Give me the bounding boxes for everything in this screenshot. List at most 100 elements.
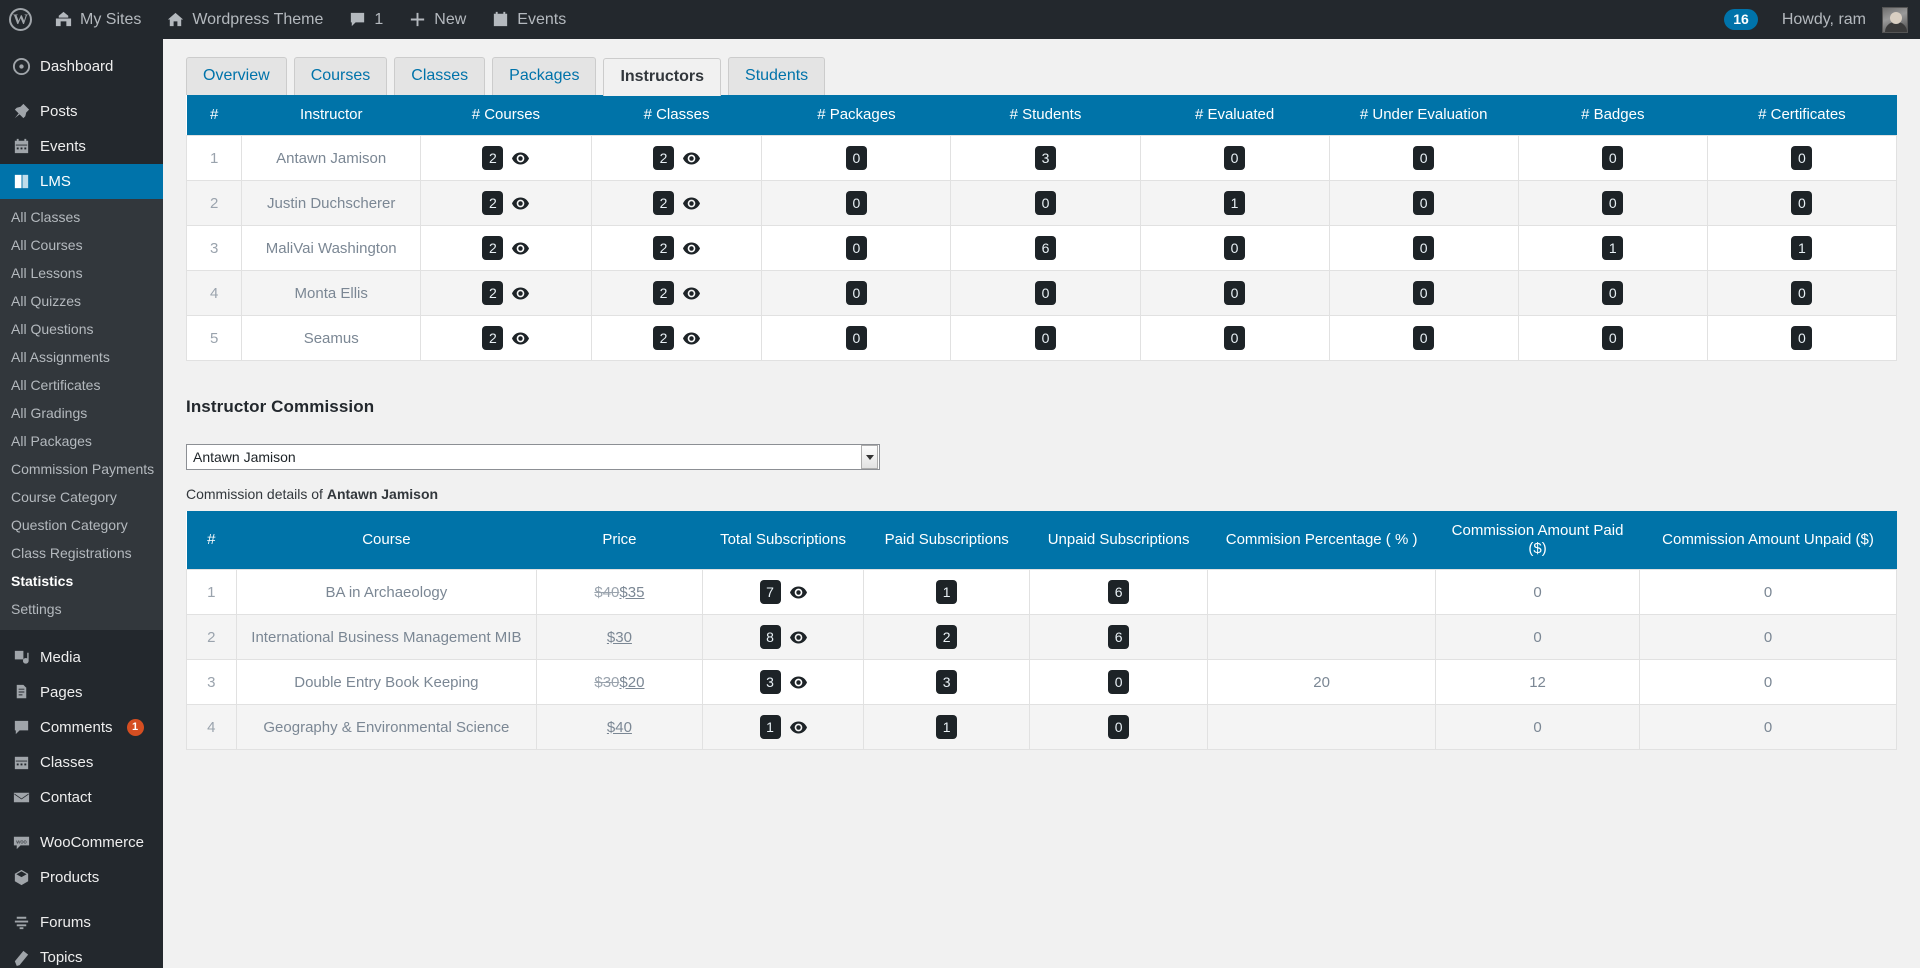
count-badge[interactable]: 1 <box>936 580 958 604</box>
sidebar-item-contact[interactable]: Contact <box>0 780 163 815</box>
count-badge[interactable]: 2 <box>653 236 675 260</box>
count-badge[interactable]: 0 <box>1413 191 1435 215</box>
submenu-item-all-lessons[interactable]: All Lessons <box>0 259 163 287</box>
tab-courses[interactable]: Courses <box>293 57 388 95</box>
view-icon[interactable] <box>683 197 701 210</box>
sidebar-item-classes[interactable]: Classes <box>0 745 163 780</box>
count-badge[interactable]: 1 <box>1602 236 1624 260</box>
count-badge[interactable]: 2 <box>653 281 675 305</box>
wordpress-logo-button[interactable]: W <box>0 0 41 39</box>
admin-bar-item-my-sites[interactable]: My Sites <box>41 0 153 39</box>
admin-bar-item-new[interactable]: New <box>395 0 478 39</box>
count-badge[interactable]: 0 <box>1602 281 1624 305</box>
submenu-item-all-assignments[interactable]: All Assignments <box>0 343 163 371</box>
count-badge[interactable]: 6 <box>1034 236 1056 260</box>
count-badge[interactable]: 7 <box>759 580 781 604</box>
count-badge[interactable]: 0 <box>1791 191 1813 215</box>
submenu-item-all-certificates[interactable]: All Certificates <box>0 371 163 399</box>
count-badge[interactable]: 0 <box>845 281 867 305</box>
admin-bar-item-comments[interactable]: 1 <box>335 0 395 39</box>
cell-price[interactable]: $30 <box>536 614 703 660</box>
view-icon[interactable] <box>789 586 807 599</box>
view-icon[interactable] <box>789 631 807 644</box>
count-badge[interactable]: 2 <box>482 236 504 260</box>
view-icon[interactable] <box>789 676 807 689</box>
admin-bar-account[interactable]: Howdy, ram <box>1770 0 1920 39</box>
count-badge[interactable]: 0 <box>1602 326 1624 350</box>
admin-bar-item-events[interactable]: Events <box>478 0 578 39</box>
count-badge[interactable]: 1 <box>1791 236 1813 260</box>
submenu-item-commission-payments[interactable]: Commission Payments <box>0 455 163 483</box>
view-icon[interactable] <box>512 197 530 210</box>
count-badge[interactable]: 0 <box>1108 715 1130 739</box>
submenu-item-class-registrations[interactable]: Class Registrations <box>0 539 163 567</box>
sidebar-item-dashboard[interactable]: Dashboard <box>0 49 163 84</box>
sidebar-item-comments[interactable]: Comments 1 <box>0 710 163 745</box>
submenu-item-all-quizzes[interactable]: All Quizzes <box>0 287 163 315</box>
sidebar-item-events[interactable]: Events <box>0 129 163 164</box>
count-badge[interactable]: 0 <box>1224 146 1246 170</box>
view-icon[interactable] <box>683 332 701 345</box>
count-badge[interactable]: 2 <box>482 326 504 350</box>
chevron-down-icon[interactable] <box>861 445 878 469</box>
count-badge[interactable]: 0 <box>1602 191 1624 215</box>
view-icon[interactable] <box>512 287 530 300</box>
sidebar-item-products[interactable]: Products <box>0 860 163 895</box>
count-badge[interactable]: 6 <box>1108 580 1130 604</box>
admin-bar-item-site-name[interactable]: Wordpress Theme <box>153 0 335 39</box>
count-badge[interactable]: 3 <box>936 670 958 694</box>
count-badge[interactable]: 0 <box>1791 146 1813 170</box>
view-icon[interactable] <box>683 287 701 300</box>
count-badge[interactable]: 1 <box>936 715 958 739</box>
sidebar-item-media[interactable]: Media <box>0 640 163 675</box>
count-badge[interactable]: 2 <box>482 281 504 305</box>
count-badge[interactable]: 0 <box>1108 670 1130 694</box>
count-badge[interactable]: 0 <box>1413 146 1435 170</box>
count-badge[interactable]: 2 <box>653 326 675 350</box>
submenu-item-all-classes[interactable]: All Classes <box>0 203 163 231</box>
submenu-item-statistics[interactable]: Statistics <box>0 567 163 595</box>
count-badge[interactable]: 0 <box>1413 281 1435 305</box>
admin-bar-notifications[interactable]: 16 <box>1712 0 1770 39</box>
sidebar-item-woocommerce[interactable]: woo WooCommerce <box>0 825 163 860</box>
submenu-item-course-category[interactable]: Course Category <box>0 483 163 511</box>
count-badge[interactable]: 0 <box>1224 326 1246 350</box>
count-badge[interactable]: 0 <box>1224 281 1246 305</box>
count-badge[interactable]: 0 <box>1791 326 1813 350</box>
sidebar-item-posts[interactable]: Posts <box>0 94 163 129</box>
view-icon[interactable] <box>512 332 530 345</box>
tab-students[interactable]: Students <box>728 57 826 95</box>
view-icon[interactable] <box>512 242 530 255</box>
count-badge[interactable]: 0 <box>1602 146 1624 170</box>
submenu-item-all-packages[interactable]: All Packages <box>0 427 163 455</box>
view-icon[interactable] <box>512 152 530 165</box>
view-icon[interactable] <box>789 721 807 734</box>
count-badge[interactable]: 3 <box>1034 146 1056 170</box>
count-badge[interactable]: 1 <box>759 715 781 739</box>
count-badge[interactable]: 1 <box>1224 191 1246 215</box>
tab-overview[interactable]: Overview <box>186 57 287 95</box>
count-badge[interactable]: 0 <box>845 146 867 170</box>
tab-instructors[interactable]: Instructors <box>603 58 722 96</box>
submenu-item-question-category[interactable]: Question Category <box>0 511 163 539</box>
sidebar-item-lms[interactable]: LMS <box>0 164 163 199</box>
count-badge[interactable]: 0 <box>1413 326 1435 350</box>
count-badge[interactable]: 0 <box>1791 281 1813 305</box>
tab-packages[interactable]: Packages <box>492 57 597 95</box>
cell-price[interactable]: $40$35 <box>536 569 703 615</box>
count-badge[interactable]: 0 <box>1034 326 1056 350</box>
submenu-item-all-questions[interactable]: All Questions <box>0 315 163 343</box>
submenu-item-all-courses[interactable]: All Courses <box>0 231 163 259</box>
count-badge[interactable]: 6 <box>1108 625 1130 649</box>
cell-price[interactable]: $30$20 <box>536 659 703 705</box>
submenu-item-all-gradings[interactable]: All Gradings <box>0 399 163 427</box>
count-badge[interactable]: 0 <box>845 326 867 350</box>
count-badge[interactable]: 2 <box>653 146 675 170</box>
count-badge[interactable]: 0 <box>845 191 867 215</box>
tab-classes[interactable]: Classes <box>394 57 486 95</box>
count-badge[interactable]: 0 <box>1224 236 1246 260</box>
count-badge[interactable]: 0 <box>1034 281 1056 305</box>
count-badge[interactable]: 2 <box>482 146 504 170</box>
sidebar-item-topics[interactable]: Topics <box>0 940 163 968</box>
submenu-item-settings[interactable]: Settings <box>0 595 163 623</box>
